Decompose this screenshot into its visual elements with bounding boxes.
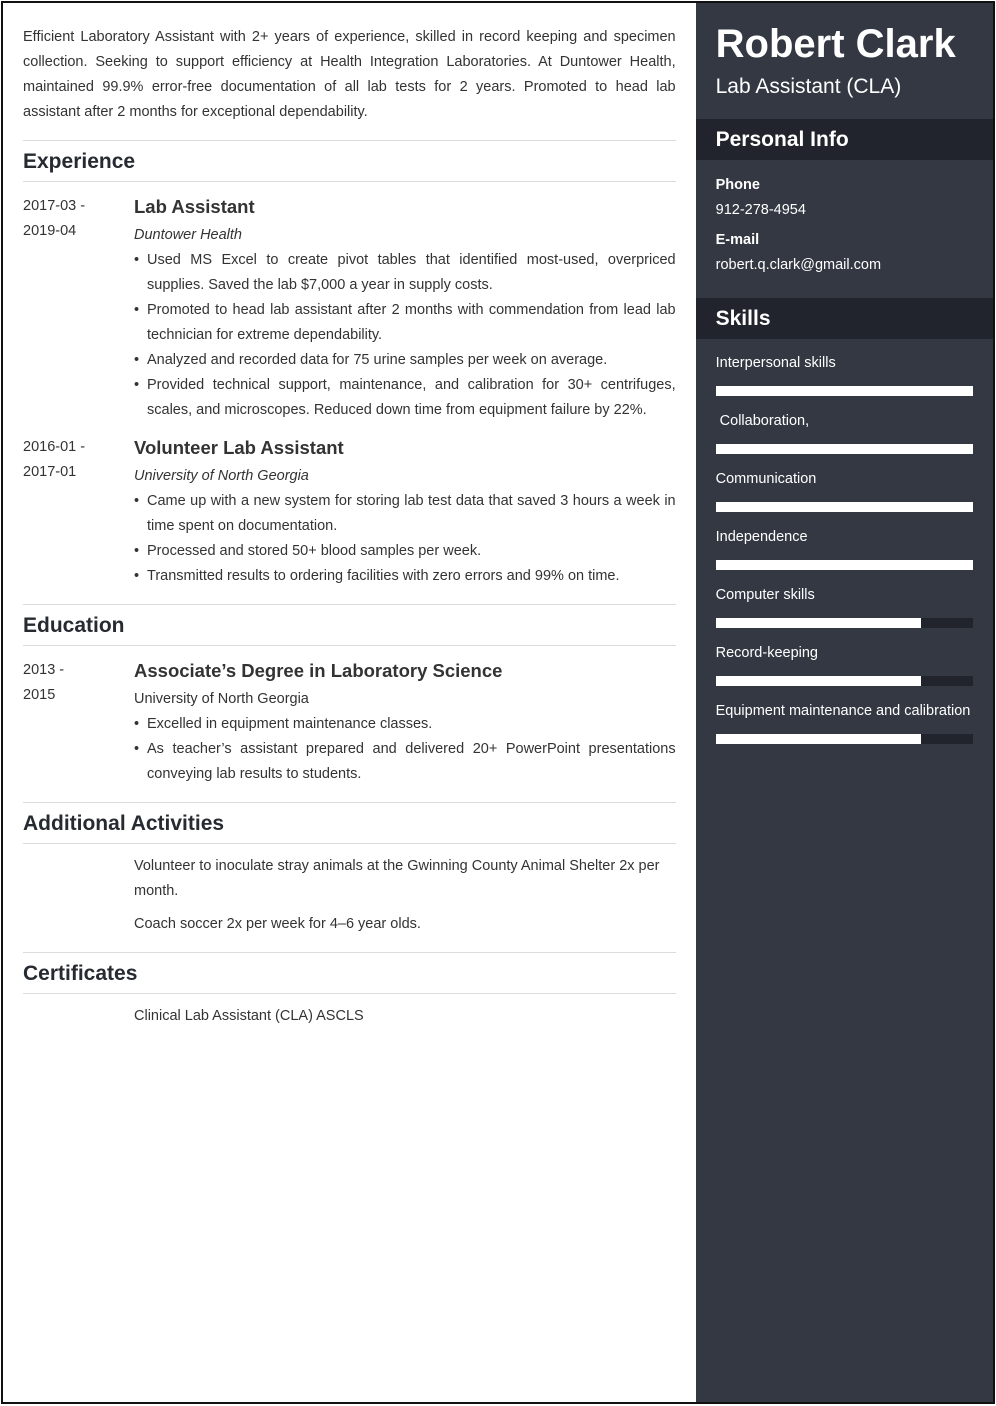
skills-heading: Skills <box>695 298 993 339</box>
entry-body: Volunteer Lab Assistant University of Nor… <box>134 435 676 589</box>
skill-level-bar <box>715 502 973 512</box>
date-end: 2015 <box>23 687 56 703</box>
skill-name: Equipment maintenance and calibration <box>715 703 971 719</box>
skill-level-bar <box>715 734 973 744</box>
activity-item: Volunteer to inoculate stray animals at … <box>134 858 660 899</box>
education-entry: 2013 - 2015 Associate’s Degree in Laborato… <box>23 658 676 787</box>
summary-text: Efficient Laboratory Assistant with 2+ y… <box>23 29 676 120</box>
experience-list: 2017-03 - 2019-04 Lab Assistant Duntower He… <box>23 194 676 589</box>
education-list: 2013 - 2015 Associate’s Degree in Laborato… <box>23 658 676 787</box>
activity-item: Coach soccer 2x per week for 4–6 year ol… <box>134 916 421 932</box>
skill-item: Independence <box>715 525 973 570</box>
education-heading: Education <box>23 604 676 646</box>
entry-body: Associate’s Degree in Laboratory Science… <box>134 658 676 787</box>
skill-level-bar <box>715 444 973 454</box>
skill-level-fill <box>715 676 922 686</box>
skill-item: Record-keeping <box>715 641 973 686</box>
entry-date: 2017-03 - 2019-04 <box>23 194 134 423</box>
bullet-item: Used MS Excel to create pivot tables tha… <box>134 248 676 298</box>
entry-title: Volunteer Lab Assistant <box>134 437 344 458</box>
bullet-item: Processed and stored 50+ blood samples p… <box>134 539 676 564</box>
entry-organization: University of North Georgia <box>134 691 309 707</box>
date-end: 2017-01 <box>23 464 77 480</box>
skill-level-fill <box>715 386 973 396</box>
skill-level-fill <box>715 444 973 454</box>
skill-level-bar <box>715 560 973 570</box>
email-label: E-mail <box>715 232 760 248</box>
bullet-list: Used MS Excel to create pivot tables tha… <box>134 248 676 423</box>
date-end: 2019-04 <box>23 223 77 239</box>
bullet-list: Excelled in equipment maintenance classe… <box>134 712 676 787</box>
skill-name: Record-keeping <box>715 645 818 661</box>
experience-heading: Experience <box>23 140 676 182</box>
skill-level-bar <box>715 386 973 396</box>
skill-item: Interpersonal skills <box>715 351 973 396</box>
bullet-item: Provided technical support, maintenance,… <box>134 373 676 423</box>
skill-level-bar <box>715 676 973 686</box>
skill-level-fill <box>715 560 973 570</box>
skill-level-bar <box>715 618 973 628</box>
experience-entry: 2016-01 - 2017-01 Volunteer Lab Assistant U… <box>23 435 676 589</box>
skill-item: Communication <box>715 467 973 512</box>
experience-entry: 2017-03 - 2019-04 Lab Assistant Duntower He… <box>23 194 676 423</box>
skill-name: Computer skills <box>715 587 815 603</box>
personal-info-heading: Personal Info <box>695 119 993 160</box>
skill-item: Computer skills <box>715 583 973 628</box>
entry-organization: Duntower Health <box>134 227 242 243</box>
bullet-item: Came up with a new system for storing la… <box>134 489 676 539</box>
bullet-list: Came up with a new system for storing la… <box>134 489 676 589</box>
entry-date: 2013 - 2015 <box>23 658 134 787</box>
resume-page: Efficient Laboratory Assistant with 2+ y… <box>1 1 995 1404</box>
email-value: robert.q.clark@gmail.com <box>715 257 882 273</box>
skills-list: Interpersonal skills Collaboration, Commu… <box>696 339 993 744</box>
skill-level-fill <box>715 734 922 744</box>
skill-name: Communication <box>715 471 817 487</box>
personal-info: Phone 912-278-4954 E-mail robert.q.clark… <box>696 160 993 298</box>
activities-list: Volunteer to inoculate stray animals at … <box>23 854 676 937</box>
skill-name: Interpersonal skills <box>715 355 836 371</box>
phone-value: 912-278-4954 <box>715 202 806 218</box>
entry-date: 2016-01 - 2017-01 <box>23 435 134 589</box>
main-column: Efficient Laboratory Assistant with 2+ y… <box>3 3 696 1402</box>
date-start: 2013 - <box>23 662 65 678</box>
bullet-item: As teacher’s assistant prepared and deli… <box>134 737 676 787</box>
candidate-name: Robert Clark <box>715 22 956 66</box>
phone-label: Phone <box>715 177 760 193</box>
skill-name: Independence <box>715 529 808 545</box>
date-start: 2016-01 - <box>23 439 86 455</box>
name-block: Robert Clark Lab Assistant (CLA) <box>696 3 993 119</box>
certificates-list: Clinical Lab Assistant (CLA) ASCLS <box>23 1004 676 1029</box>
certificates-heading: Certificates <box>23 952 676 994</box>
skill-item: Equipment maintenance and calibration <box>715 699 973 744</box>
entry-title: Lab Assistant <box>134 196 255 217</box>
bullet-item: Transmitted results to ordering faciliti… <box>134 564 676 589</box>
bullet-item: Excelled in equipment maintenance classe… <box>134 712 676 737</box>
entry-organization: University of North Georgia <box>134 468 309 484</box>
activities-heading: Additional Activities <box>23 802 676 844</box>
bullet-item: Promoted to head lab assistant after 2 m… <box>134 298 676 348</box>
entry-title: Associate’s Degree in Laboratory Science <box>134 660 503 681</box>
skill-item: Collaboration, <box>715 409 973 454</box>
bullet-item: Analyzed and recorded data for 75 urine … <box>134 348 676 373</box>
skill-level-fill <box>715 502 973 512</box>
sidebar: Robert Clark Lab Assistant (CLA) Persona… <box>695 3 993 1402</box>
skill-name: Collaboration, <box>715 413 810 429</box>
entry-body: Lab Assistant Duntower Health Used MS Exce… <box>134 194 676 423</box>
candidate-role: Lab Assistant (CLA) <box>715 75 902 98</box>
date-start: 2017-03 - <box>23 198 86 214</box>
certificate-item: Clinical Lab Assistant (CLA) ASCLS <box>134 1008 364 1024</box>
skill-level-fill <box>715 618 922 628</box>
